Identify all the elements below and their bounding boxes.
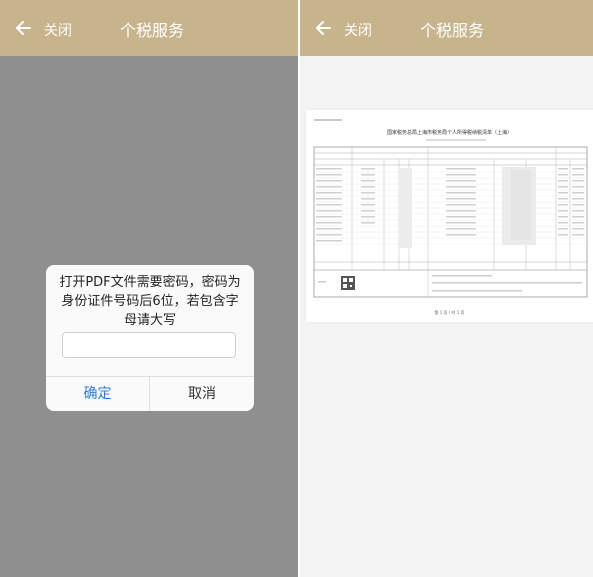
- confirm-button[interactable]: 确定: [46, 377, 150, 411]
- password-input[interactable]: [62, 332, 236, 358]
- dialog-button-row: 确定 取消: [46, 376, 254, 411]
- page-title: 个税服务: [120, 21, 185, 40]
- back-arrow-icon[interactable]: [14, 18, 34, 38]
- top-bar: 关闭 个税服务: [300, 0, 593, 56]
- qr-code: [341, 276, 355, 290]
- right-screen: 关闭 个税服务 国家税务总局上海市税务局个人所得税纳税清单（上海） 第 1 页 …: [300, 0, 593, 577]
- pdf-document[interactable]: 国家税务总局上海市税务局个人所得税纳税清单（上海） 第 1 页 / 共 1 页: [306, 110, 593, 322]
- password-dialog: 打开PDF文件需要密码，密码为身份证件号码后6位，若包含字母请大写 确定 取消: [46, 265, 254, 411]
- page-indicator: 第 1 页 / 共 1 页: [434, 310, 465, 315]
- back-arrow-icon[interactable]: [314, 18, 334, 38]
- dialog-message: 打开PDF文件需要密码，密码为身份证件号码后6位，若包含字母请大写: [59, 275, 241, 328]
- close-button[interactable]: 关闭: [44, 22, 72, 40]
- close-button[interactable]: 关闭: [344, 22, 372, 40]
- top-bar: 关闭 个税服务: [0, 0, 298, 56]
- left-screen: 关闭 个税服务 打开PDF文件需要密码，密码为身份证件号码后6位，若包含字母请大…: [0, 0, 298, 577]
- page-title: 个税服务: [420, 21, 485, 40]
- tax-table: [313, 119, 588, 298]
- cancel-button[interactable]: 取消: [150, 377, 254, 411]
